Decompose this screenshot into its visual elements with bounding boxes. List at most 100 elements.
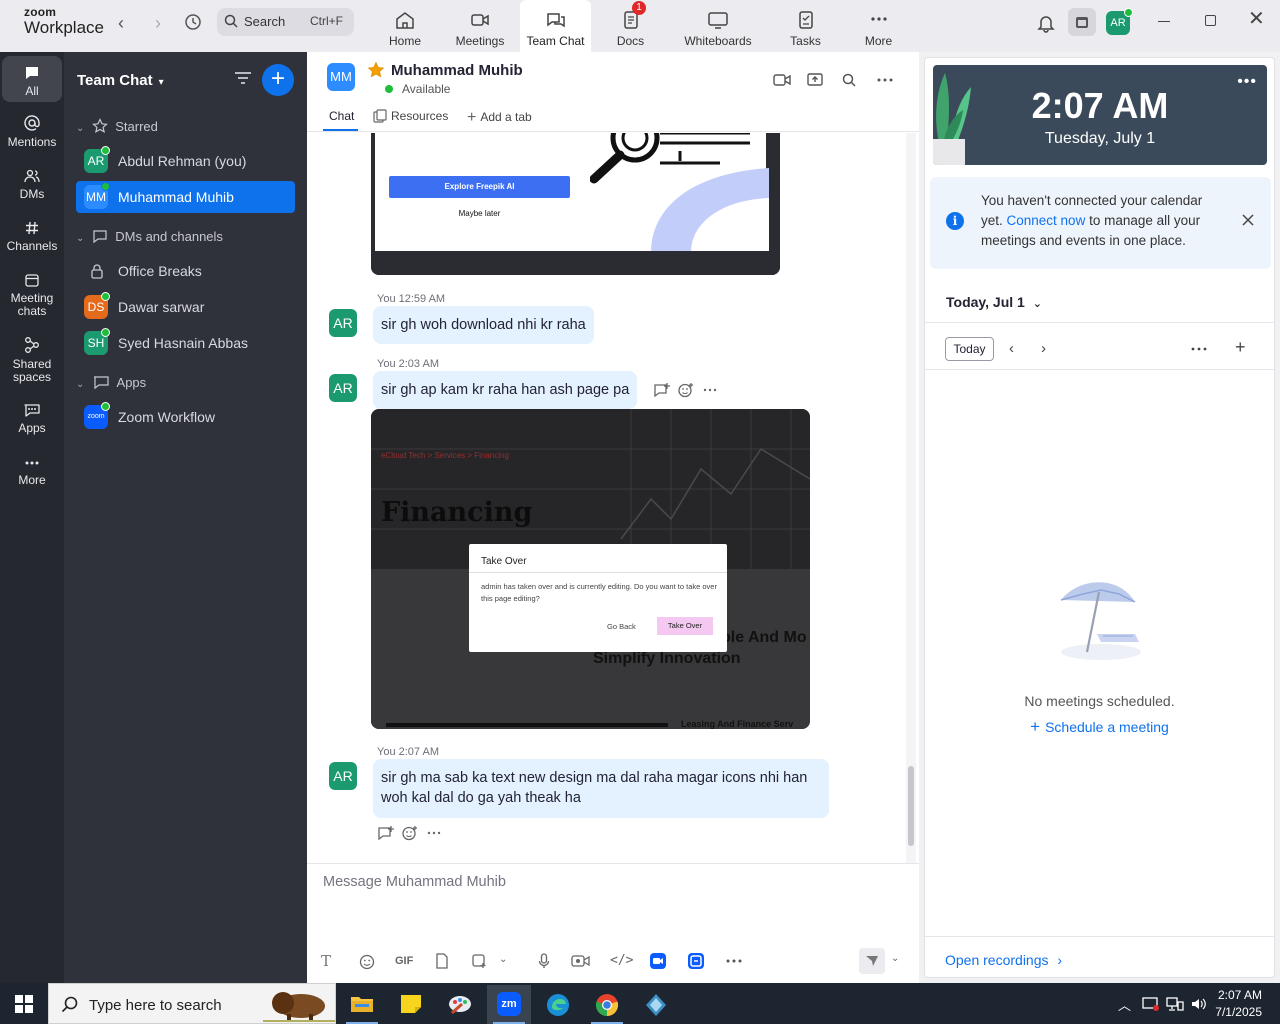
more-dots-icon[interactable]: ••• [1237,73,1257,91]
tab-meetings[interactable]: Meetings [450,0,510,52]
sender-avatar[interactable]: AR [329,309,357,337]
message-scrollbar[interactable] [906,133,916,863]
chat-row-abdul-rehman[interactable]: AR Abdul Rehman (you) [76,145,295,177]
filter-icon[interactable] [234,70,252,86]
tab-team-chat[interactable]: Team Chat [520,0,591,52]
calendar-panel-button[interactable] [1068,8,1096,36]
more-dots-icon[interactable] [876,72,894,88]
new-chat-button[interactable]: + [262,64,294,96]
emoji-reaction-icon[interactable] [401,825,419,841]
chevron-up-icon[interactable]: ︿ [1118,995,1131,1014]
today-date-dropdown[interactable]: Today, Jul 1 ⌄ [946,294,1042,310]
message-list[interactable]: Explore Freepik AI Maybe later You 12:59… [307,133,919,863]
scrollbar-thumb[interactable] [908,766,914,846]
rail-channels[interactable]: Channels [2,220,62,253]
video-message-icon[interactable] [571,954,591,968]
taskbar-edge[interactable] [536,985,580,1024]
chat-row-dawar-sarwar[interactable]: DS Dawar sarwar [76,291,295,323]
contact-avatar[interactable]: MM [327,63,355,91]
more-dots-icon[interactable] [725,955,743,967]
taskbar-search[interactable]: Type here to search [48,983,336,1024]
emoji-icon[interactable] [359,954,375,970]
reply-thread-icon[interactable] [653,382,671,398]
more-dots-icon[interactable] [703,382,717,398]
open-recordings-link[interactable]: Open recordings › [945,952,1062,968]
taskbar-zoom[interactable]: zm [487,985,531,1024]
notification-tray-icon[interactable] [1142,996,1160,1012]
tab-tasks[interactable]: Tasks [783,0,828,52]
search-icon[interactable] [841,72,857,88]
chat-row-zoom-workflow[interactable]: zoom Zoom Workflow [76,401,295,433]
video-call-icon[interactable] [772,72,792,88]
section-starred[interactable]: ⌄ Starred [76,118,158,134]
section-dms-channels[interactable]: ⌄ DMs and channels [76,228,223,244]
app-shortcut-icon[interactable] [649,952,667,970]
attached-image-freepik[interactable]: Explore Freepik AI Maybe later [371,133,780,275]
schedule-meeting-link[interactable]: + Schedule a meeting [925,717,1274,737]
share-screen-icon[interactable] [806,72,824,88]
text-format-icon[interactable]: T [321,952,331,970]
rail-mentions[interactable]: Mentions [2,114,62,149]
message-bubble[interactable]: sir gh ap kam kr raha han ash page pa [373,371,638,409]
rail-shared-spaces[interactable]: Shared spaces [2,336,62,384]
attached-image-financing[interactable]: eCloud Tech > Services > Financing Finan… [371,409,810,729]
rail-apps[interactable]: Apps [2,402,62,435]
tab-resources[interactable]: Resources [373,109,448,123]
connect-now-link[interactable]: Connect now [1007,213,1086,228]
forward-arrow-icon[interactable]: › [148,13,168,34]
section-apps[interactable]: ⌄ Apps [76,374,146,390]
windows-start-icon[interactable] [15,995,33,1013]
contact-name[interactable]: Muhammad Muhib [391,62,523,79]
volume-icon[interactable] [1190,996,1208,1012]
chat-row-muhammad-muhib[interactable]: MM Muhammad Muhib [76,181,295,213]
tab-whiteboards[interactable]: Whiteboards [678,0,758,52]
rail-dms[interactable]: DMs [2,168,62,201]
app-shortcut-icon-2[interactable] [687,952,705,970]
add-event-icon[interactable]: + [1235,337,1246,358]
code-snippet-icon[interactable]: </> [610,953,633,968]
message-bubble[interactable]: sir gh ma sab ka text new design ma dal … [373,759,829,818]
message-bubble[interactable]: sir gh woh download nhi kr raha [373,306,594,344]
close-icon[interactable] [1241,213,1255,227]
star-filled-icon[interactable] [367,61,385,79]
screenshot-icon[interactable] [471,953,487,969]
taskbar-file-explorer[interactable] [340,985,384,1024]
prev-day-icon[interactable]: ‹ [1009,340,1014,357]
rail-meeting-chats[interactable]: Meeting chats [2,272,62,318]
taskbar-app-extra[interactable] [634,985,678,1024]
search-input[interactable]: Search Ctrl+F [217,8,354,36]
close-window-button[interactable]: ✕ [1248,9,1265,29]
taskbar-sticky-notes[interactable] [389,985,433,1024]
chat-row-office-breaks[interactable]: Office Breaks [76,255,295,287]
bell-icon[interactable] [1036,13,1056,33]
tab-chat[interactable]: Chat [322,109,359,131]
sender-avatar[interactable]: AR [329,762,357,790]
taskbar-clock[interactable]: 2:07 AM 7/1/2025 [1215,987,1262,1021]
tab-add-a-tab[interactable]: + Add a tab [467,109,532,127]
sender-avatar[interactable]: AR [329,374,357,402]
taskbar-paint[interactable] [438,985,482,1024]
today-button[interactable]: Today [945,337,994,361]
rail-more[interactable]: More [2,456,62,487]
minimize-button[interactable] [1158,21,1170,22]
tab-docs[interactable]: 1 Docs [608,0,653,52]
gif-button[interactable]: GIF [395,955,413,967]
history-icon[interactable] [184,13,202,31]
rail-all[interactable]: All [2,56,62,102]
network-icon[interactable] [1166,996,1184,1012]
chat-row-syed-hasnain-abbas[interactable]: SH Syed Hasnain Abbas [76,327,295,359]
microphone-icon[interactable] [538,953,550,969]
tab-more[interactable]: More [856,0,901,52]
chevron-down-icon[interactable]: ⌄ [891,953,899,964]
maximize-button[interactable] [1205,15,1216,26]
message-composer[interactable]: Message Muhammad Muhib T GIF ⌄ </> ⌄ [307,863,919,983]
more-dots-icon[interactable] [427,825,441,841]
reply-thread-icon[interactable] [377,825,395,841]
composer-placeholder[interactable]: Message Muhammad Muhib [323,874,506,890]
team-chat-title[interactable]: Team Chat ▾ [77,72,164,89]
emoji-reaction-icon[interactable] [677,382,695,398]
send-button[interactable] [859,948,885,974]
file-icon[interactable] [435,953,449,969]
chevron-down-icon[interactable]: ⌄ [499,954,507,965]
next-day-icon[interactable]: › [1041,340,1046,357]
